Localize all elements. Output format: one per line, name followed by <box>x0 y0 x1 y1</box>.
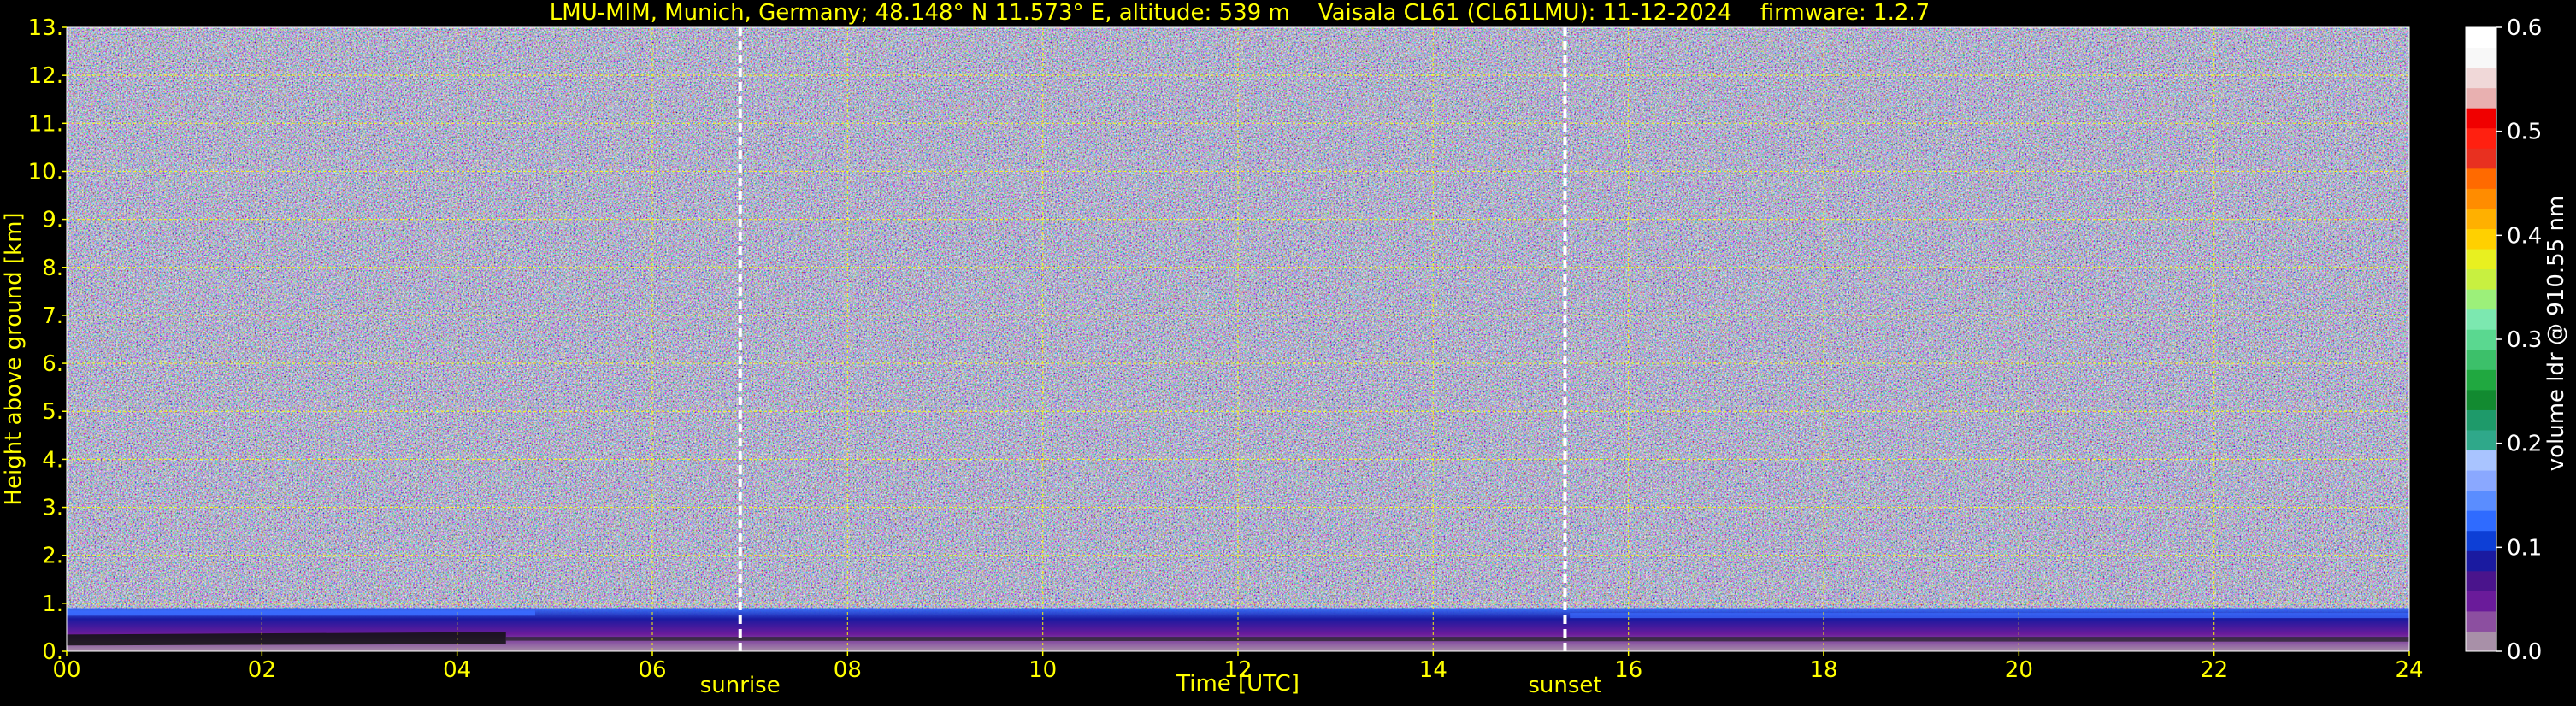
colorbar-swatch <box>2466 631 2496 652</box>
colorbar-swatch <box>2466 610 2496 632</box>
y-tick-label: 13. <box>28 15 63 41</box>
x-tick-label: 02 <box>248 657 276 683</box>
y-tick-label: 3. <box>42 496 63 521</box>
colorbar-swatch <box>2466 188 2496 209</box>
colorbar-swatch <box>2466 47 2496 68</box>
colorbar-swatch <box>2466 168 2496 189</box>
colorbar-swatch <box>2466 510 2496 532</box>
y-tick-label: 2. <box>42 544 63 569</box>
colorbar-tick-label: 0.2 <box>2507 432 2542 457</box>
x-tick-label: 24 <box>2395 657 2423 683</box>
heatmap-plot: sunrise sunset 00 02 04 06 08 10 12 14 16 18 20 22 24… <box>28 15 2543 698</box>
y-tick-label: 0. <box>42 639 63 665</box>
y-tick-label: 12. <box>28 63 63 89</box>
top-layer-morning <box>67 610 535 616</box>
colorbar-swatch <box>2466 127 2496 149</box>
y-tick-label: 5. <box>42 399 63 425</box>
y-tick-label: 1. <box>42 591 63 617</box>
top-layer-evening <box>1570 613 2409 619</box>
x-tick-label: 12 <box>1223 657 1252 683</box>
colorbar-swatch <box>2466 570 2496 591</box>
colorbar-swatch <box>2466 530 2496 551</box>
x-tick-label: 22 <box>2200 657 2228 683</box>
colorbar-tick-label: 0.3 <box>2507 327 2542 353</box>
x-tick-label: 04 <box>443 657 471 683</box>
colorbar-tick-label: 0.5 <box>2507 120 2542 145</box>
colorbar-swatch <box>2466 249 2496 270</box>
y-tick-label: 8. <box>42 256 63 281</box>
colorbar-swatch <box>2466 550 2496 572</box>
colorbar-swatch <box>2466 389 2496 410</box>
colorbar-swatch <box>2466 450 2496 471</box>
x-tick-label: 14 <box>1419 657 1447 683</box>
y-tick-label: 7. <box>42 303 63 329</box>
colorbar-swatch <box>2466 309 2496 330</box>
colorbar-swatch <box>2466 289 2496 310</box>
colorbar-swatch <box>2466 349 2496 370</box>
colorbar-swatch <box>2466 369 2496 391</box>
y-tick-label: 10. <box>28 159 63 185</box>
colorbar-swatch <box>2466 329 2496 350</box>
x-tick-label: 18 <box>1809 657 1837 683</box>
colorbar-swatch <box>2466 87 2496 109</box>
colorbar-swatch <box>2466 228 2496 250</box>
colorbar-swatch <box>2466 470 2496 491</box>
colorbar-swatch <box>2466 208 2496 229</box>
x-tick-label: 16 <box>1614 657 1642 683</box>
colorbar-swatch <box>2466 27 2496 49</box>
colorbar-swatch <box>2466 591 2496 612</box>
x-tick-label: 10 <box>1029 657 1057 683</box>
x-tick-label: 20 <box>2005 657 2033 683</box>
y-tick-label: 6. <box>42 351 63 377</box>
colorbar: 0.0 0.1 0.2 0.3 0.4 0.5 0.6 <box>2465 15 2542 665</box>
colorbar-tick-label: 0.1 <box>2507 535 2542 561</box>
colorbar-swatch <box>2466 268 2496 290</box>
colorbar-tick-label: 0.0 <box>2507 639 2542 665</box>
y-tick-label: 11. <box>28 111 63 137</box>
x-tick-label: 06 <box>638 657 666 683</box>
x-ticks: 00 02 04 06 08 10 12 14 16 18 20 22 24 <box>52 651 2424 683</box>
marker-label-sunrise: sunrise <box>700 673 781 698</box>
colorbar-swatch <box>2466 409 2496 431</box>
colorbar-tick-label: 0.6 <box>2507 15 2542 41</box>
colorbar-swatch <box>2466 429 2496 451</box>
colorbar-swatch <box>2466 490 2496 511</box>
colorbar-tick-label: 0.4 <box>2507 223 2542 249</box>
y-ticks: 0. 1. 2. 3. 4. 5. 6. 7. 8. 9. 10. 11. 12. 13. <box>28 15 67 665</box>
y-tick-label: 4. <box>42 447 63 473</box>
marker-label-sunset: sunset <box>1528 673 1601 698</box>
y-tick-label: 9. <box>42 208 63 233</box>
colorbar-swatch <box>2466 148 2496 169</box>
x-tick-label: 08 <box>834 657 862 683</box>
colorbar-swatch <box>2466 68 2496 89</box>
colorbar-swatch <box>2466 108 2496 129</box>
